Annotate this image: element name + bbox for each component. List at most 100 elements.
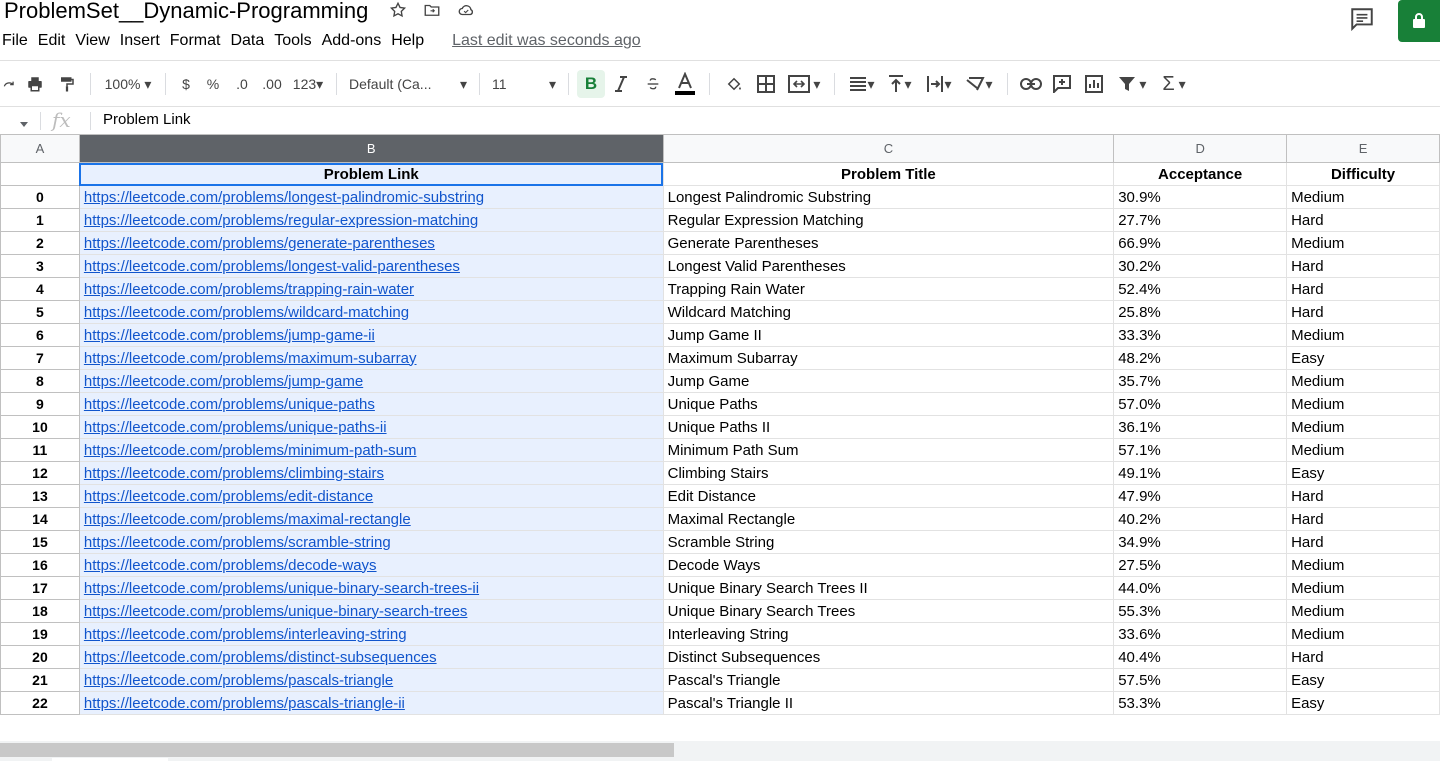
difficulty-cell[interactable]: Medium [1286, 185, 1440, 209]
acceptance-cell[interactable]: 30.9% [1113, 185, 1288, 209]
row-index-cell[interactable]: 21 [0, 668, 80, 692]
row-index-cell[interactable]: 2 [0, 231, 80, 255]
title-cell[interactable]: Wildcard Matching [662, 300, 1115, 324]
column-header-d[interactable]: D [1113, 134, 1288, 163]
title-cell[interactable]: Jump Game II [662, 323, 1115, 347]
link-cell[interactable]: https://leetcode.com/problems/pascals-tr… [78, 668, 664, 692]
row-index-cell[interactable]: 10 [0, 415, 80, 439]
column-header-e[interactable]: E [1286, 134, 1440, 163]
difficulty-cell[interactable]: Medium [1286, 553, 1440, 577]
difficulty-cell[interactable]: Medium [1286, 415, 1440, 439]
acceptance-cell[interactable]: 44.0% [1113, 576, 1288, 600]
link-cell[interactable]: https://leetcode.com/problems/longest-pa… [78, 185, 664, 209]
column-header-b[interactable]: B [78, 134, 664, 163]
title-cell[interactable]: Pascal's Triangle II [662, 691, 1115, 715]
cloud-status-icon[interactable] [456, 0, 476, 20]
acceptance-cell[interactable]: 48.2% [1113, 346, 1288, 370]
title-cell[interactable]: Distinct Subsequences [662, 645, 1115, 669]
share-button[interactable] [1398, 0, 1440, 42]
problem-link[interactable]: https://leetcode.com/problems/distinct-s… [84, 649, 437, 666]
star-icon[interactable] [388, 0, 408, 20]
difficulty-cell[interactable]: Easy [1286, 691, 1440, 715]
problem-link[interactable]: https://leetcode.com/problems/maximum-su… [84, 350, 417, 367]
row-index-cell[interactable]: 8 [0, 369, 80, 393]
acceptance-cell[interactable]: 40.4% [1113, 645, 1288, 669]
acceptance-cell[interactable]: 36.1% [1113, 415, 1288, 439]
problem-link[interactable]: https://leetcode.com/problems/decode-way… [84, 557, 377, 574]
column-header-a[interactable]: A [0, 134, 80, 163]
row-index-cell[interactable]: 11 [0, 438, 80, 462]
problem-link[interactable]: https://leetcode.com/problems/longest-va… [84, 258, 460, 275]
acceptance-cell[interactable]: 35.7% [1113, 369, 1288, 393]
link-cell[interactable]: https://leetcode.com/problems/unique-bin… [78, 599, 664, 623]
borders-icon[interactable] [750, 70, 782, 98]
row-index-cell[interactable]: 9 [0, 392, 80, 416]
row-index-cell[interactable]: 3 [0, 254, 80, 278]
redo-icon[interactable] [0, 70, 18, 98]
header-cell-acceptance[interactable]: Acceptance [1113, 162, 1288, 186]
title-cell[interactable]: Regular Expression Matching [662, 208, 1115, 232]
acceptance-cell[interactable]: 40.2% [1113, 507, 1288, 531]
difficulty-cell[interactable]: Medium [1286, 622, 1440, 646]
acceptance-cell[interactable]: 53.3% [1113, 691, 1288, 715]
title-cell[interactable]: Longest Valid Parentheses [662, 254, 1115, 278]
problem-link[interactable]: https://leetcode.com/problems/pascals-tr… [84, 672, 393, 689]
acceptance-cell[interactable]: 27.7% [1113, 208, 1288, 232]
acceptance-cell[interactable]: 25.8% [1113, 300, 1288, 324]
difficulty-cell[interactable]: Hard [1286, 277, 1440, 301]
problem-link[interactable]: https://leetcode.com/problems/interleavi… [84, 626, 407, 643]
difficulty-cell[interactable]: Hard [1286, 208, 1440, 232]
row-index-cell[interactable]: 15 [0, 530, 80, 554]
vertical-align-icon[interactable]: ▾ [881, 70, 919, 98]
acceptance-cell[interactable]: 57.5% [1113, 668, 1288, 692]
acceptance-cell[interactable]: 52.4% [1113, 277, 1288, 301]
row-index-cell[interactable]: 18 [0, 599, 80, 623]
menu-help[interactable]: Help [389, 32, 432, 50]
horizontal-align-icon[interactable]: ▾ [843, 70, 881, 98]
acceptance-cell[interactable]: 47.9% [1113, 484, 1288, 508]
row-index-cell[interactable]: 19 [0, 622, 80, 646]
document-title[interactable]: ProblemSet__Dynamic-Programming [4, 0, 368, 24]
title-cell[interactable]: Trapping Rain Water [662, 277, 1115, 301]
difficulty-cell[interactable]: Hard [1286, 300, 1440, 324]
link-cell[interactable]: https://leetcode.com/problems/generate-p… [78, 231, 664, 255]
row-index-cell[interactable]: 17 [0, 576, 80, 600]
link-cell[interactable]: https://leetcode.com/problems/maximum-su… [78, 346, 664, 370]
problem-link[interactable]: https://leetcode.com/problems/jump-game-… [84, 327, 375, 344]
problem-link[interactable]: https://leetcode.com/problems/wildcard-m… [84, 304, 409, 321]
formula-input[interactable]: Problem Link [103, 111, 191, 128]
link-cell[interactable]: https://leetcode.com/problems/pascals-tr… [78, 691, 664, 715]
acceptance-cell[interactable]: 57.1% [1113, 438, 1288, 462]
link-cell[interactable]: https://leetcode.com/problems/unique-pat… [78, 392, 664, 416]
percent-button[interactable]: % [198, 70, 228, 98]
difficulty-cell[interactable]: Easy [1286, 346, 1440, 370]
title-cell[interactable]: Maximum Subarray [662, 346, 1115, 370]
difficulty-cell[interactable]: Medium [1286, 576, 1440, 600]
link-cell[interactable]: https://leetcode.com/problems/unique-pat… [78, 415, 664, 439]
difficulty-cell[interactable]: Hard [1286, 507, 1440, 531]
comment-history-icon[interactable] [1348, 6, 1376, 32]
bold-button[interactable]: B [577, 70, 605, 98]
acceptance-cell[interactable]: 33.6% [1113, 622, 1288, 646]
row-index-cell[interactable]: 0 [0, 185, 80, 209]
problem-link[interactable]: https://leetcode.com/problems/pascals-tr… [84, 695, 405, 712]
row-index-cell[interactable]: 12 [0, 461, 80, 485]
acceptance-cell[interactable]: 55.3% [1113, 599, 1288, 623]
link-cell[interactable]: https://leetcode.com/problems/maximal-re… [78, 507, 664, 531]
problem-link[interactable]: https://leetcode.com/problems/maximal-re… [84, 511, 411, 528]
horizontal-scrollbar[interactable] [0, 743, 674, 757]
title-cell[interactable]: Edit Distance [662, 484, 1115, 508]
row-index-cell[interactable]: 20 [0, 645, 80, 669]
title-cell[interactable]: Unique Paths [662, 392, 1115, 416]
problem-link[interactable]: https://leetcode.com/problems/unique-pat… [84, 419, 387, 436]
difficulty-cell[interactable]: Easy [1286, 461, 1440, 485]
link-cell[interactable]: https://leetcode.com/problems/climbing-s… [78, 461, 664, 485]
title-cell[interactable]: Minimum Path Sum [662, 438, 1115, 462]
menu-add-ons[interactable]: Add-ons [320, 32, 390, 50]
acceptance-cell[interactable]: 33.3% [1113, 323, 1288, 347]
header-index-cell[interactable] [0, 162, 80, 186]
row-index-cell[interactable]: 13 [0, 484, 80, 508]
row-index-cell[interactable]: 7 [0, 346, 80, 370]
link-cell[interactable]: https://leetcode.com/problems/edit-dista… [78, 484, 664, 508]
column-header-c[interactable]: C [662, 134, 1115, 163]
